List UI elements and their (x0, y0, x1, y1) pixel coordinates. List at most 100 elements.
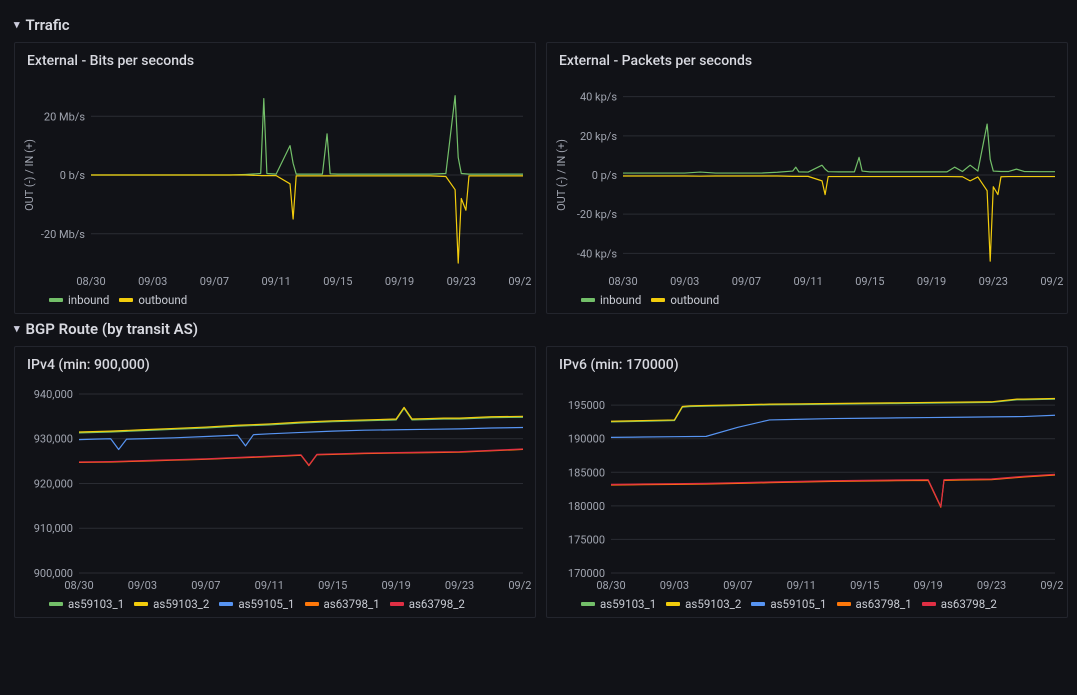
svg-text:09/03: 09/03 (670, 275, 699, 288)
svg-text:195000: 195000 (568, 399, 605, 412)
svg-text:920,000: 920,000 (34, 477, 73, 490)
svg-text:08/30: 08/30 (596, 579, 625, 592)
legend-swatch (219, 602, 233, 606)
svg-text:08/30: 08/30 (76, 275, 105, 288)
chevron-down-icon: ▾ (14, 18, 20, 31)
legend-label: outbound (670, 293, 719, 307)
svg-text:09/11: 09/11 (262, 275, 291, 288)
panel-title: External - Packets per seconds (551, 49, 1063, 75)
panel-ipv6: IPv6 (min: 170000) 195000 190000 185000 180… (546, 346, 1068, 618)
section-title: BGP Route (by transit AS) (26, 320, 199, 338)
legend: as59103_1 as59103_2 as59105_1 as63798_1 as63… (19, 595, 531, 611)
svg-text:09/15: 09/15 (850, 579, 879, 592)
svg-text:09/23: 09/23 (447, 275, 476, 288)
legend-item[interactable]: as59105_1 (751, 597, 826, 611)
svg-text:190000: 190000 (568, 433, 605, 446)
svg-text:09/11: 09/11 (255, 579, 284, 592)
panel-bits: External - Bits per seconds 20 Mb/s 0 b/s… (14, 42, 536, 314)
svg-text:20 kp/s: 20 kp/s (580, 130, 617, 143)
legend-swatch (49, 298, 63, 302)
svg-text:09/23: 09/23 (977, 579, 1006, 592)
svg-text:OUT (-) / IN (+): OUT (-) / IN (+) (23, 139, 36, 211)
legend-swatch (390, 602, 404, 606)
svg-text:09/11: 09/11 (794, 275, 823, 288)
svg-text:-20 kp/s: -20 kp/s (577, 208, 617, 221)
legend-label: as63798_2 (941, 597, 997, 611)
section-header-bgp[interactable]: ▾ BGP Route (by transit AS) (14, 320, 1063, 338)
svg-text:08/30: 08/30 (608, 275, 637, 288)
svg-text:09/07: 09/07 (200, 275, 229, 288)
legend-label: as59103_2 (685, 597, 741, 611)
svg-text:09/07: 09/07 (191, 579, 220, 592)
chart-ipv6[interactable]: 19500019000018500018000017500017000008/3… (551, 379, 1063, 595)
legend-item[interactable]: inbound (49, 293, 109, 307)
svg-text:09/23: 09/23 (445, 579, 474, 592)
legend-swatch (134, 602, 148, 606)
legend-label: as63798_1 (324, 597, 380, 611)
svg-text:09/27: 09/27 (1040, 579, 1063, 592)
legend-label: as63798_1 (856, 597, 912, 611)
legend: as59103_1 as59103_2 as59105_1 as63798_1 as63… (551, 595, 1063, 611)
svg-text:09/03: 09/03 (138, 275, 167, 288)
legend-item[interactable]: inbound (581, 293, 641, 307)
svg-text:-20 Mb/s: -20 Mb/s (41, 228, 85, 241)
svg-text:0 b/s: 0 b/s (60, 169, 86, 182)
svg-text:185000: 185000 (568, 466, 605, 479)
legend-swatch (651, 298, 665, 302)
chart-pkts[interactable]: 40 kp/s20 kp/s0 p/s-20 kp/s-40 kp/s08/30… (551, 75, 1063, 291)
legend-item[interactable]: as59103_1 (581, 597, 656, 611)
svg-text:09/19: 09/19 (382, 579, 411, 592)
legend-swatch (581, 298, 595, 302)
svg-text:910,000: 910,000 (34, 522, 73, 535)
legend: inbound outbound (19, 291, 531, 307)
legend-swatch (922, 602, 936, 606)
panel-title: IPv4 (min: 900,000) (19, 353, 531, 379)
legend-swatch (305, 602, 319, 606)
legend-item[interactable]: as59103_1 (49, 597, 124, 611)
legend-item[interactable]: outbound (119, 293, 187, 307)
chart-ipv4[interactable]: 940,000930,000920,000910,000900,00008/30… (19, 379, 531, 595)
legend-item[interactable]: as63798_2 (390, 597, 465, 611)
svg-text:09/19: 09/19 (914, 579, 943, 592)
legend-label: as59105_1 (770, 597, 826, 611)
svg-text:09/27: 09/27 (1040, 275, 1063, 288)
legend-swatch (837, 602, 851, 606)
panel-title: IPv6 (min: 170000) (551, 353, 1063, 379)
chevron-down-icon: ▾ (14, 322, 20, 335)
legend-item[interactable]: as59105_1 (219, 597, 294, 611)
legend-item[interactable]: as59103_2 (666, 597, 741, 611)
section-title: Trrafic (26, 16, 70, 34)
legend: inbound outbound (551, 291, 1063, 307)
legend-item[interactable]: as59103_2 (134, 597, 209, 611)
legend-label: as59103_1 (600, 597, 656, 611)
svg-text:09/07: 09/07 (732, 275, 761, 288)
svg-text:09/15: 09/15 (323, 275, 352, 288)
svg-text:OUT (-) / IN (+): OUT (-) / IN (+) (555, 139, 568, 211)
legend-label: as59105_1 (238, 597, 294, 611)
svg-text:09/03: 09/03 (128, 579, 157, 592)
panel-title: External - Bits per seconds (19, 49, 531, 75)
svg-text:08/30: 08/30 (64, 579, 93, 592)
legend-label: inbound (600, 293, 641, 307)
svg-text:09/07: 09/07 (723, 579, 752, 592)
legend-item[interactable]: outbound (651, 293, 719, 307)
section-header-traffic[interactable]: ▾ Trrafic (14, 16, 1063, 34)
svg-text:09/23: 09/23 (979, 275, 1008, 288)
legend-swatch (666, 602, 680, 606)
svg-text:175000: 175000 (568, 533, 605, 546)
svg-text:930,000: 930,000 (34, 433, 73, 446)
legend-item[interactable]: as63798_1 (837, 597, 912, 611)
svg-text:09/19: 09/19 (385, 275, 414, 288)
panel-ipv4: IPv4 (min: 900,000) 940,000930,000920,00… (14, 346, 536, 618)
svg-text:09/11: 09/11 (787, 579, 816, 592)
legend-item[interactable]: as63798_2 (922, 597, 997, 611)
legend-swatch (751, 602, 765, 606)
svg-text:40 kp/s: 40 kp/s (580, 91, 617, 104)
svg-text:09/03: 09/03 (660, 579, 689, 592)
svg-text:0 p/s: 0 p/s (592, 169, 618, 182)
svg-text:20 Mb/s: 20 Mb/s (44, 110, 85, 123)
chart-bits[interactable]: 20 Mb/s 0 b/s -20 Mb/s 08/30 09/03 09/07 09/11… (19, 75, 531, 291)
panel-pkts: External - Packets per seconds 40 kp/s 20… (546, 42, 1068, 314)
svg-text:180000: 180000 (568, 500, 605, 513)
legend-item[interactable]: as63798_1 (305, 597, 380, 611)
